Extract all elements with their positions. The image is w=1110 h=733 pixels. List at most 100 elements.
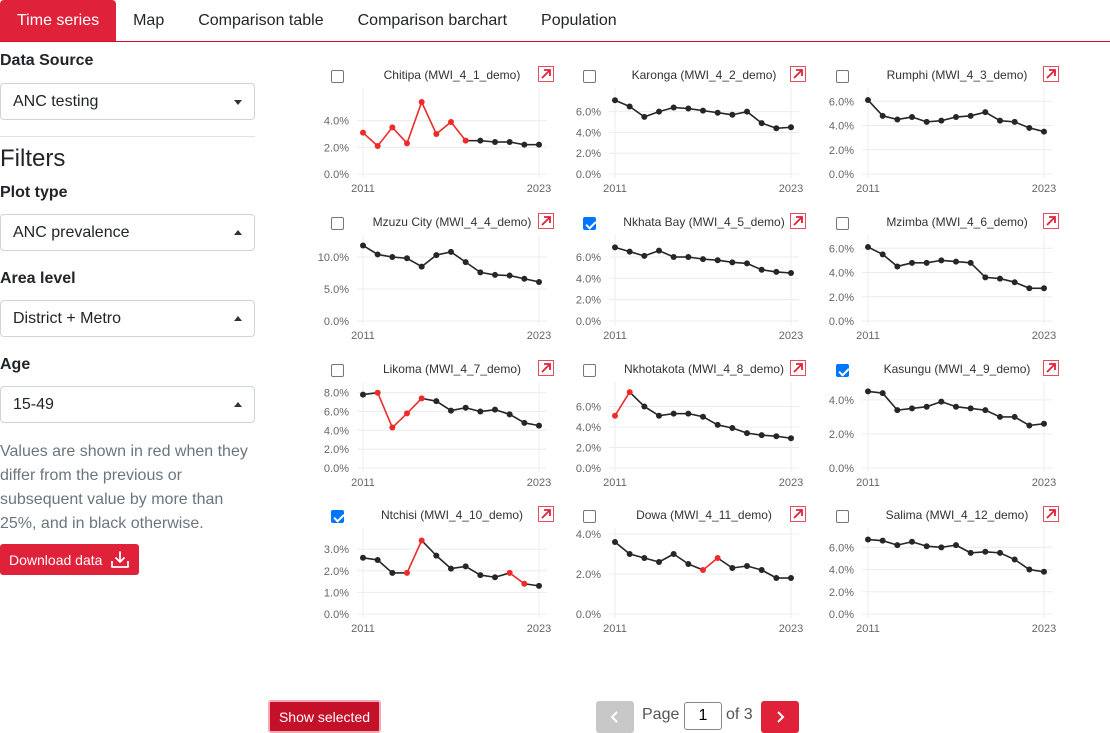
data-point	[685, 254, 692, 260]
data-point	[1026, 422, 1033, 429]
data-point	[879, 537, 886, 544]
data-point	[656, 559, 662, 565]
data-point	[626, 248, 633, 255]
prev-page-button[interactable]	[596, 701, 634, 733]
y-tick-label: 5.0%	[324, 284, 349, 296]
time-series-chart: 0.0% 2.0% 4.0% 6.0% 8.0% 2011 2023	[324, 382, 551, 489]
arrow-up-right-icon[interactable]	[790, 506, 806, 522]
arrow-up-right-icon[interactable]	[790, 360, 806, 376]
page-number-input[interactable]	[684, 702, 722, 730]
tab-map[interactable]: Map	[116, 0, 181, 41]
caret-up-icon	[234, 315, 242, 321]
arrow-up-right-icon[interactable]	[538, 66, 554, 82]
data-point	[389, 569, 396, 576]
x-tick-label: 2011	[603, 183, 627, 195]
data-point	[477, 572, 484, 579]
data-point	[714, 109, 721, 116]
data-point	[729, 565, 736, 571]
data-point	[729, 425, 736, 431]
arrow-up-right-icon[interactable]	[1043, 506, 1059, 522]
data-point	[641, 555, 648, 561]
tab-comparison-barchart[interactable]: Comparison barchart	[341, 0, 524, 41]
data-point	[997, 117, 1003, 124]
caret-up-icon	[234, 401, 242, 407]
data-source-select[interactable]: ANC testing	[0, 83, 255, 120]
x-tick-label: 2023	[779, 623, 803, 635]
arrow-up-right-icon[interactable]	[1043, 66, 1059, 82]
data-point	[700, 107, 706, 114]
data-point	[865, 536, 871, 543]
tab-comparison-table[interactable]: Comparison table	[181, 0, 340, 41]
plot-card: Karonga (MWI_4_2_demo) 0.0% 2.0% 4.0% 6.0% 20…	[559, 66, 809, 215]
arrow-up-right-icon[interactable]	[1043, 213, 1059, 229]
data-point	[1011, 556, 1018, 563]
data-point	[360, 129, 366, 136]
y-tick-label: 4.0%	[829, 395, 854, 407]
y-tick-label: 6.0%	[829, 542, 854, 554]
data-point	[773, 575, 780, 581]
data-point	[714, 421, 721, 428]
arrow-up-right-icon[interactable]	[790, 66, 806, 82]
data-point	[521, 141, 528, 148]
chevron-left-icon	[610, 711, 618, 723]
arrow-up-right-icon[interactable]	[538, 360, 554, 376]
data-point	[700, 567, 706, 573]
data-point	[923, 118, 930, 125]
data-point	[1026, 285, 1033, 292]
data-point	[967, 112, 974, 119]
data-source-value: ANC testing	[13, 92, 99, 110]
data-point	[506, 411, 513, 418]
y-tick-label: 0.0%	[576, 609, 601, 621]
data-point	[462, 404, 469, 411]
series-line-segment	[391, 412, 408, 429]
data-point	[982, 109, 989, 116]
data-point	[656, 108, 662, 115]
data-point	[626, 103, 633, 110]
data-point	[641, 252, 648, 259]
plot-type-select[interactable]: ANC prevalence	[0, 214, 255, 251]
data-point	[894, 542, 901, 549]
data-point	[953, 403, 959, 410]
data-point	[374, 143, 381, 149]
tab-population[interactable]: Population	[524, 0, 634, 41]
data-point	[685, 561, 692, 567]
y-tick-label: 2.0%	[324, 566, 349, 578]
data-point	[865, 97, 871, 104]
data-point	[448, 248, 454, 255]
data-point	[1026, 124, 1033, 131]
data-point	[1011, 413, 1018, 420]
x-tick-label: 2023	[1032, 330, 1056, 342]
arrow-up-right-icon[interactable]	[790, 213, 806, 229]
data-point	[536, 422, 542, 429]
arrow-up-right-icon[interactable]	[1043, 360, 1059, 376]
data-point	[788, 270, 794, 276]
data-point	[374, 389, 381, 396]
data-point	[773, 268, 780, 275]
next-page-button[interactable]	[761, 701, 799, 733]
download-data-button[interactable]: Download data	[0, 544, 139, 575]
data-point	[374, 251, 381, 258]
data-point	[744, 108, 750, 115]
tab-time-series[interactable]: Time series	[0, 0, 117, 41]
data-point	[389, 424, 396, 431]
plot-title: Salima (MWI_4_12_demo)	[885, 508, 1029, 522]
x-tick-label: 2023	[527, 183, 551, 195]
data-point	[448, 565, 454, 572]
data-point	[879, 251, 886, 258]
data-point	[1026, 566, 1033, 573]
data-point	[656, 412, 662, 419]
area-level-select[interactable]: District + Metro	[0, 300, 255, 337]
y-tick-label: 2.0%	[829, 292, 854, 304]
plot-title: Karonga (MWI_4_2_demo)	[631, 68, 777, 82]
data-point	[612, 244, 618, 251]
arrow-up-right-icon[interactable]	[538, 506, 554, 522]
arrow-up-right-icon[interactable]	[538, 213, 554, 229]
data-point	[982, 407, 989, 414]
data-point	[492, 574, 498, 581]
data-source-label: Data Source	[0, 52, 94, 69]
show-selected-button[interactable]: Show selected	[268, 700, 381, 733]
plot-card: Nkhata Bay (MWI_4_5_demo) 0.0% 2.0% 4.0% 6.0…	[559, 213, 809, 362]
data-point	[982, 274, 989, 281]
data-point	[758, 567, 765, 573]
age-select[interactable]: 15-49	[0, 386, 255, 423]
